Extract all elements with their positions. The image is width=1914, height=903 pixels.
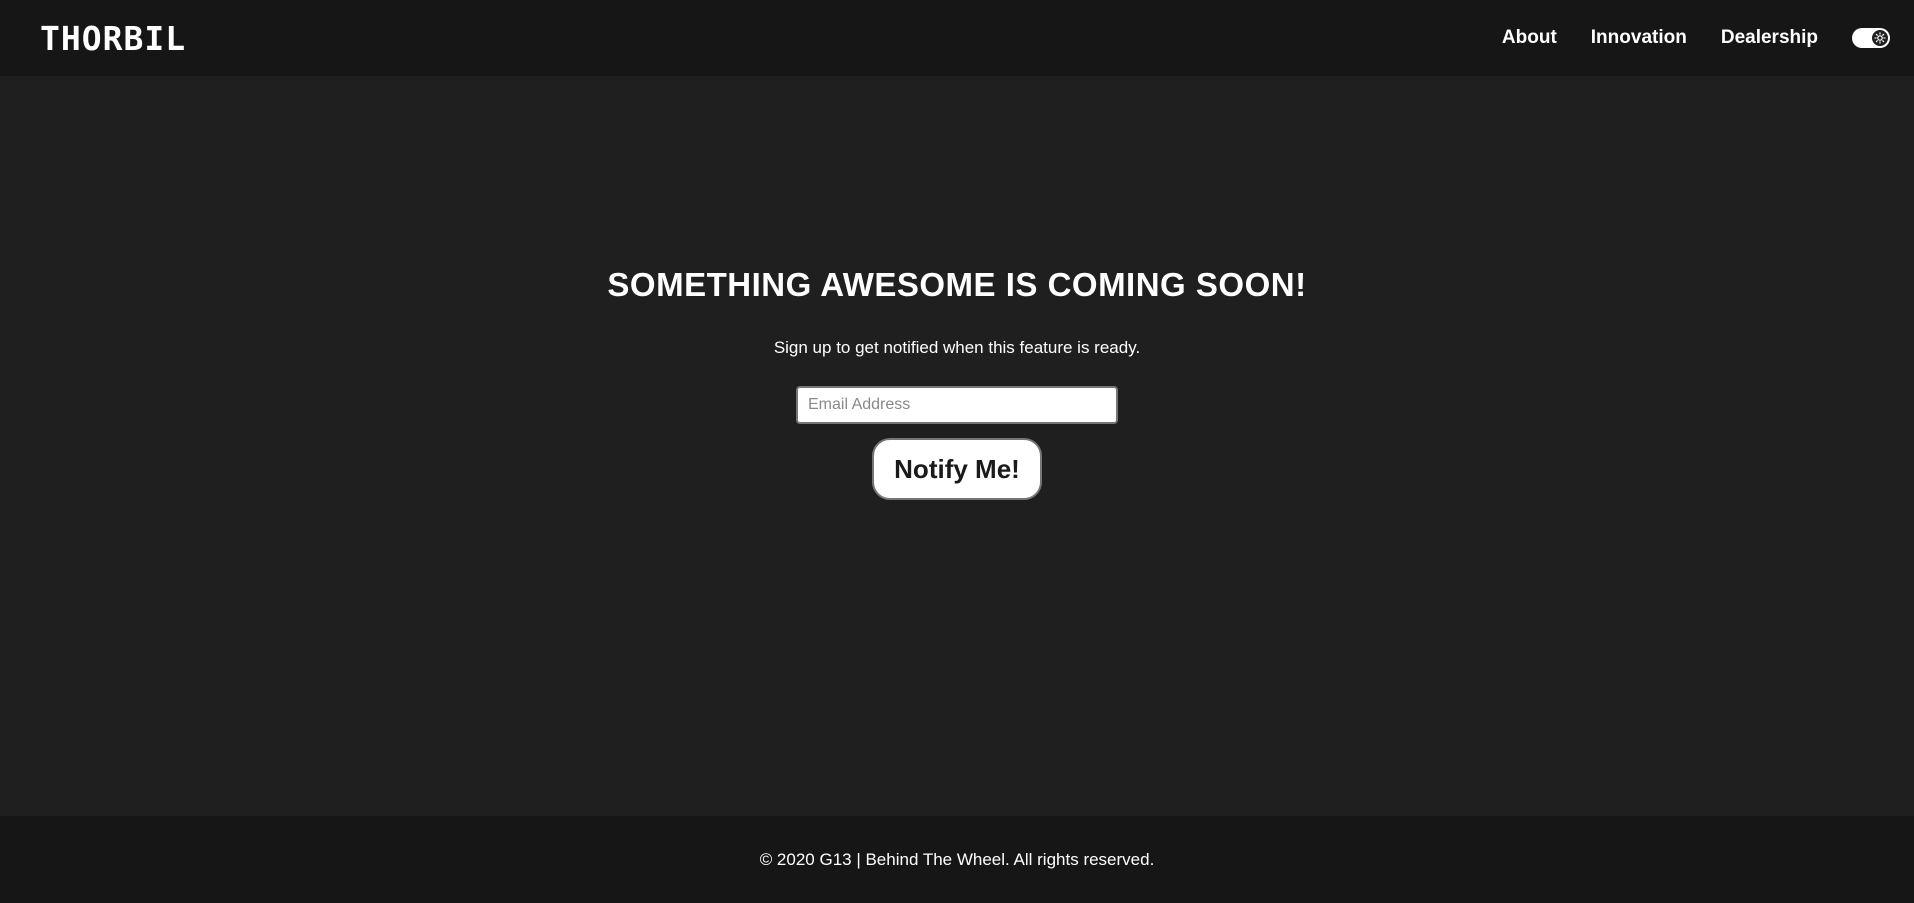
signup-description: Sign up to get notified when this featur… (773, 338, 1141, 357)
email-input[interactable] (796, 386, 1118, 424)
brand-logo[interactable]: THORBIL (40, 22, 186, 55)
sun-icon (1872, 30, 1888, 46)
page-footer: © 2020 G13 | Behind The Wheel. All right… (0, 816, 1914, 903)
page: THORBIL About Innovation Dealership SOME… (0, 0, 1914, 903)
copyright-text: © 2020 G13 | Behind The Wheel. All right… (759, 849, 1155, 869)
nav-link-about[interactable]: About (1502, 27, 1557, 49)
nav-link-innovation[interactable]: Innovation (1591, 27, 1687, 49)
page-headline: SOMETHING AWESOME IS COMING SOON! (607, 266, 1307, 303)
top-navigation-bar: THORBIL About Innovation Dealership (0, 0, 1914, 76)
coming-soon-section: SOMETHING AWESOME IS COMING SOON! Sign u… (0, 76, 1914, 816)
notify-me-button[interactable]: Notify Me! (872, 438, 1042, 500)
theme-toggle[interactable] (1852, 28, 1890, 48)
nav-link-dealership[interactable]: Dealership (1721, 27, 1818, 49)
main-nav: About Innovation Dealership (1502, 27, 1890, 49)
